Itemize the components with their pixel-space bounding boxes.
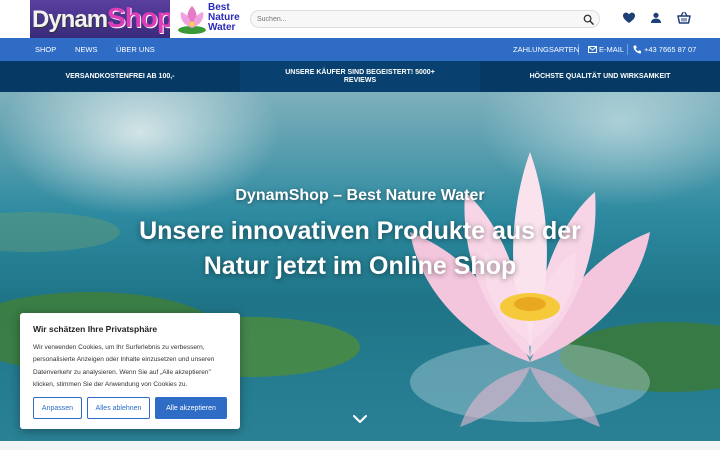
info-shipping: VERSANDKOSTENFREI AB 100,- bbox=[65, 72, 175, 80]
heart-icon[interactable] bbox=[622, 11, 636, 25]
info-bar: VERSANDKOSTENFREI AB 100,- UNSERE KÄUFER… bbox=[0, 61, 720, 92]
site-logo[interactable]: DynamShop bbox=[30, 0, 170, 38]
mail-icon bbox=[588, 46, 597, 53]
lotus-logo-icon bbox=[176, 2, 208, 36]
chevron-down-icon[interactable] bbox=[352, 414, 368, 424]
nav-item-about[interactable]: ÜBER UNS bbox=[116, 38, 155, 61]
nav-item-shop[interactable]: SHOP bbox=[35, 38, 56, 61]
hero-subtitle: DynamShop – Best Nature Water bbox=[235, 187, 485, 204]
nav-item-news[interactable]: NEWS bbox=[75, 38, 98, 61]
page-bottom-strip bbox=[0, 441, 720, 450]
logo-text-dynam: Dynam bbox=[32, 6, 108, 33]
nav-item-payment[interactable]: ZAHLUNGSARTEN bbox=[513, 38, 579, 61]
info-quality: HÖCHSTE QUALITÄT UND WIRKSAMKEIT bbox=[529, 72, 671, 80]
cookie-consent-dialog: Wir schätzen Ihre Privatsphäre Wir verwe… bbox=[20, 313, 240, 429]
user-icon[interactable] bbox=[649, 11, 663, 25]
site-header: DynamShop Best Nature Water bbox=[0, 0, 720, 38]
phone-icon bbox=[633, 45, 641, 54]
customize-button[interactable]: Anpassen bbox=[33, 397, 82, 419]
nav-item-phone[interactable]: +43 7665 87 07 bbox=[644, 38, 696, 61]
nav-divider bbox=[627, 44, 628, 55]
main-nav: SHOP NEWS ÜBER UNS ZAHLUNGSARTEN E-MAIL … bbox=[0, 38, 720, 61]
cookie-title: Wir schätzen Ihre Privatsphäre bbox=[33, 324, 158, 334]
hero-title: Unsere innovativen Produkte aus der Natu… bbox=[139, 217, 581, 280]
info-reviews: UNSERE KÄUFER SIND BEGEISTERT! 5000+ REV… bbox=[240, 61, 480, 92]
cookie-text: Wir verwenden Cookies, um Ihr Surferlebn… bbox=[33, 344, 215, 389]
search-icon[interactable] bbox=[583, 14, 594, 25]
nav-item-email[interactable]: E-MAIL bbox=[599, 38, 624, 61]
accept-all-button[interactable]: Alle akzeptieren bbox=[155, 397, 227, 419]
search-input[interactable] bbox=[257, 13, 577, 26]
lily-pad bbox=[0, 212, 120, 252]
basket-icon[interactable] bbox=[677, 11, 691, 25]
logo-text-shop: Shop bbox=[107, 2, 170, 33]
search-bar bbox=[250, 10, 600, 28]
logo-tagline: Best Nature Water bbox=[208, 2, 240, 33]
reject-all-button[interactable]: Alles ablehnen bbox=[87, 397, 150, 419]
nav-divider bbox=[578, 44, 579, 55]
